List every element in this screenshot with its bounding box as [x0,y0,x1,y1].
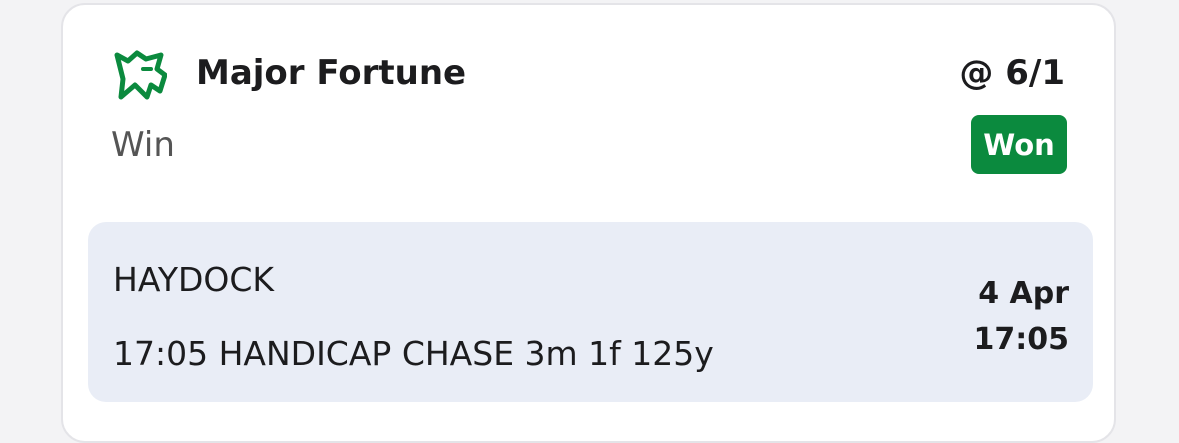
bet-type: Win [111,125,175,165]
odds: @ 6/1 [959,53,1065,93]
status-badge: Won [971,115,1067,174]
horse-icon [113,47,168,101]
event-venue: HAYDOCK [113,260,275,299]
event-details[interactable]: HAYDOCK 17:05 HANDICAP CHASE 3m 1f 125y … [88,222,1093,402]
event-date: 4 Apr [978,276,1069,311]
race-description: 17:05 HANDICAP CHASE 3m 1f 125y [113,334,714,373]
bet-card[interactable]: Major Fortune @ 6/1 Win Won HAYDOCK 17:0… [61,3,1116,443]
selection-name: Major Fortune [196,53,467,93]
event-time: 17:05 [973,322,1070,357]
